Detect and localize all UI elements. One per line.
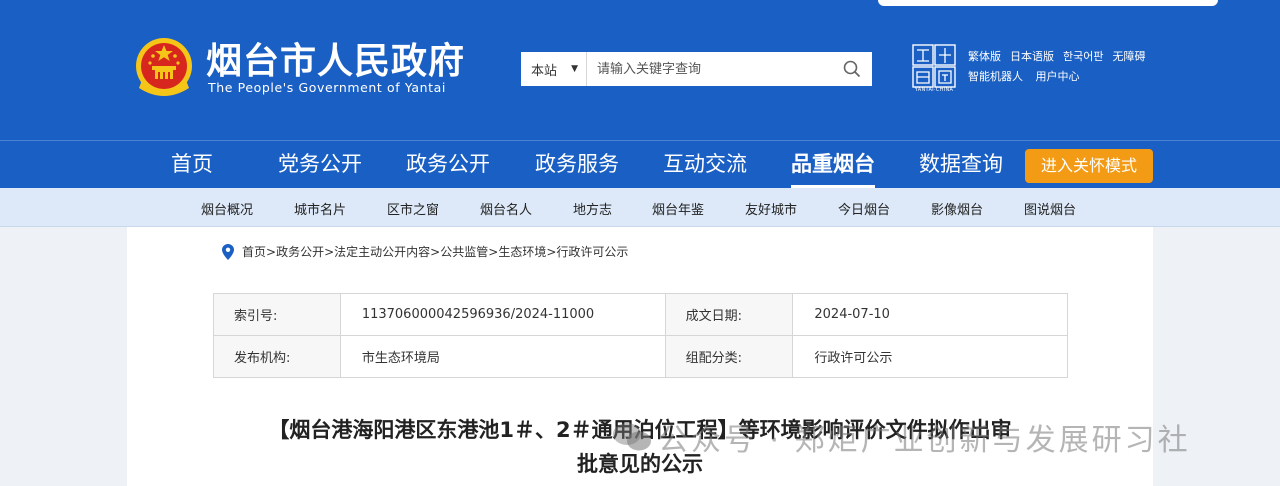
site-title[interactable]: 烟台市人民政府 — [206, 40, 465, 84]
subnav-districts[interactable]: 区市之窗 — [387, 199, 439, 218]
breadcrumb: 首页 > 政务公开 > 法定主动公开内容 > 公共监管 > 生态环境 > 行政许可公示 — [222, 243, 628, 260]
index-value: 113706000042596936/2024-11000 — [339, 293, 666, 336]
nav-home[interactable]: 首页 — [171, 149, 213, 179]
breadcrumb-home[interactable]: 首页 — [242, 243, 266, 260]
subnav-overview[interactable]: 烟台概况 — [201, 199, 253, 218]
sub-nav: 烟台概况 城市名片 区市之窗 烟台名人 地方志 烟台年鉴 友好城市 今日烟台 影… — [0, 188, 1280, 227]
header-bar: 烟台市人民政府 The People's Government of Yanta… — [0, 0, 1280, 140]
link-user-center[interactable]: 用户中心 — [1036, 70, 1080, 83]
table-row: 索引号: 113706000042596936/2024-11000 成文日期:… — [213, 293, 1068, 336]
nav-interaction[interactable]: 互动交流 — [663, 149, 747, 179]
site-subtitle: The People's Government of Yantai — [208, 80, 446, 95]
breadcrumb-sep: > — [266, 244, 277, 259]
breadcrumb-sep: > — [546, 244, 557, 259]
subnav-images[interactable]: 影像烟台 — [931, 199, 983, 218]
breadcrumb-ecology[interactable]: 生态环境 — [498, 243, 546, 260]
article-title-line1: 【烟台港海阳港区东港池1＃、2＃通用泊位工程】等环境影响评价文件拟作出审 — [268, 418, 1012, 442]
subnav-yearbook[interactable]: 烟台年鉴 — [652, 199, 704, 218]
breadcrumb-sep: > — [430, 244, 441, 259]
nav-government-affairs[interactable]: 政务公开 — [406, 149, 490, 179]
breadcrumb-statutory[interactable]: 法定主动公开内容 — [334, 243, 430, 260]
breadcrumb-sep: > — [488, 244, 499, 259]
search-button[interactable] — [832, 52, 872, 86]
document-meta-table: 索引号: 113706000042596936/2024-11000 成文日期:… — [213, 293, 1068, 378]
chevron-down-icon: ▼ — [571, 64, 578, 74]
link-korean[interactable]: 한국어판 — [1063, 50, 1103, 63]
header-links: 繁体版 日本语版 한국어판 无障碍 智能机器人 用户中心 — [968, 47, 1154, 87]
nav-party-affairs[interactable]: 党务公开 — [278, 149, 362, 179]
subnav-city-card[interactable]: 城市名片 — [294, 199, 346, 218]
breadcrumb-permit[interactable]: 行政许可公示 — [556, 243, 628, 260]
search-bar: 本站 ▼ — [521, 52, 872, 86]
link-accessibility[interactable]: 无障碍 — [1112, 50, 1145, 63]
subnav-local-records[interactable]: 地方志 — [573, 199, 612, 218]
subnav-today[interactable]: 今日烟台 — [838, 199, 890, 218]
main-nav: 首页 党务公开 政务公开 政务服务 互动交流 品重烟台 数据查询 进入关怀模式 — [0, 140, 1280, 188]
search-scope-select[interactable]: 本站 ▼ — [521, 52, 587, 86]
subnav-celebrities[interactable]: 烟台名人 — [480, 199, 532, 218]
top-popup-card — [878, 0, 1218, 6]
national-emblem-icon — [136, 38, 192, 96]
search-scope-label: 本站 — [531, 63, 558, 79]
location-pin-icon — [222, 243, 234, 260]
article-title: 【烟台港海阳港区东港池1＃、2＃通用泊位工程】等环境影响评价文件拟作出审 批意见… — [214, 413, 1066, 481]
publisher-label: 发布机构: — [213, 335, 341, 378]
nav-pinzhong-yantai[interactable]: 品重烟台 — [791, 149, 875, 188]
nav-data-query[interactable]: 数据查询 — [919, 149, 1003, 179]
date-label: 成文日期: — [664, 293, 794, 336]
publisher-value: 市生态环境局 — [339, 335, 666, 378]
logo-caption: YANTAI·CHINA — [914, 87, 954, 93]
link-japanese[interactable]: 日本语版 — [1010, 50, 1054, 63]
table-row: 发布机构: 市生态环境局 组配分类: 行政许可公示 — [213, 335, 1068, 378]
nav-government-services[interactable]: 政务服务 — [535, 149, 619, 179]
search-input[interactable] — [587, 53, 832, 85]
date-value: 2024-07-10 — [792, 293, 1068, 336]
link-robot[interactable]: 智能机器人 — [968, 70, 1023, 83]
yantai-china-logo-icon — [912, 44, 956, 88]
index-label: 索引号: — [213, 293, 341, 336]
link-traditional[interactable]: 繁体版 — [968, 50, 1001, 63]
category-value: 行政许可公示 — [792, 335, 1068, 378]
subnav-sister-cities[interactable]: 友好城市 — [745, 199, 797, 218]
breadcrumb-supervision[interactable]: 公共监管 — [440, 243, 488, 260]
breadcrumb-gov-affairs[interactable]: 政务公开 — [276, 243, 324, 260]
subnav-pictures[interactable]: 图说烟台 — [1024, 199, 1076, 218]
category-label: 组配分类: — [664, 335, 794, 378]
care-mode-button[interactable]: 进入关怀模式 — [1025, 149, 1153, 183]
article-title-line2: 批意见的公示 — [577, 452, 703, 476]
breadcrumb-sep: > — [324, 244, 335, 259]
search-icon — [843, 60, 861, 78]
